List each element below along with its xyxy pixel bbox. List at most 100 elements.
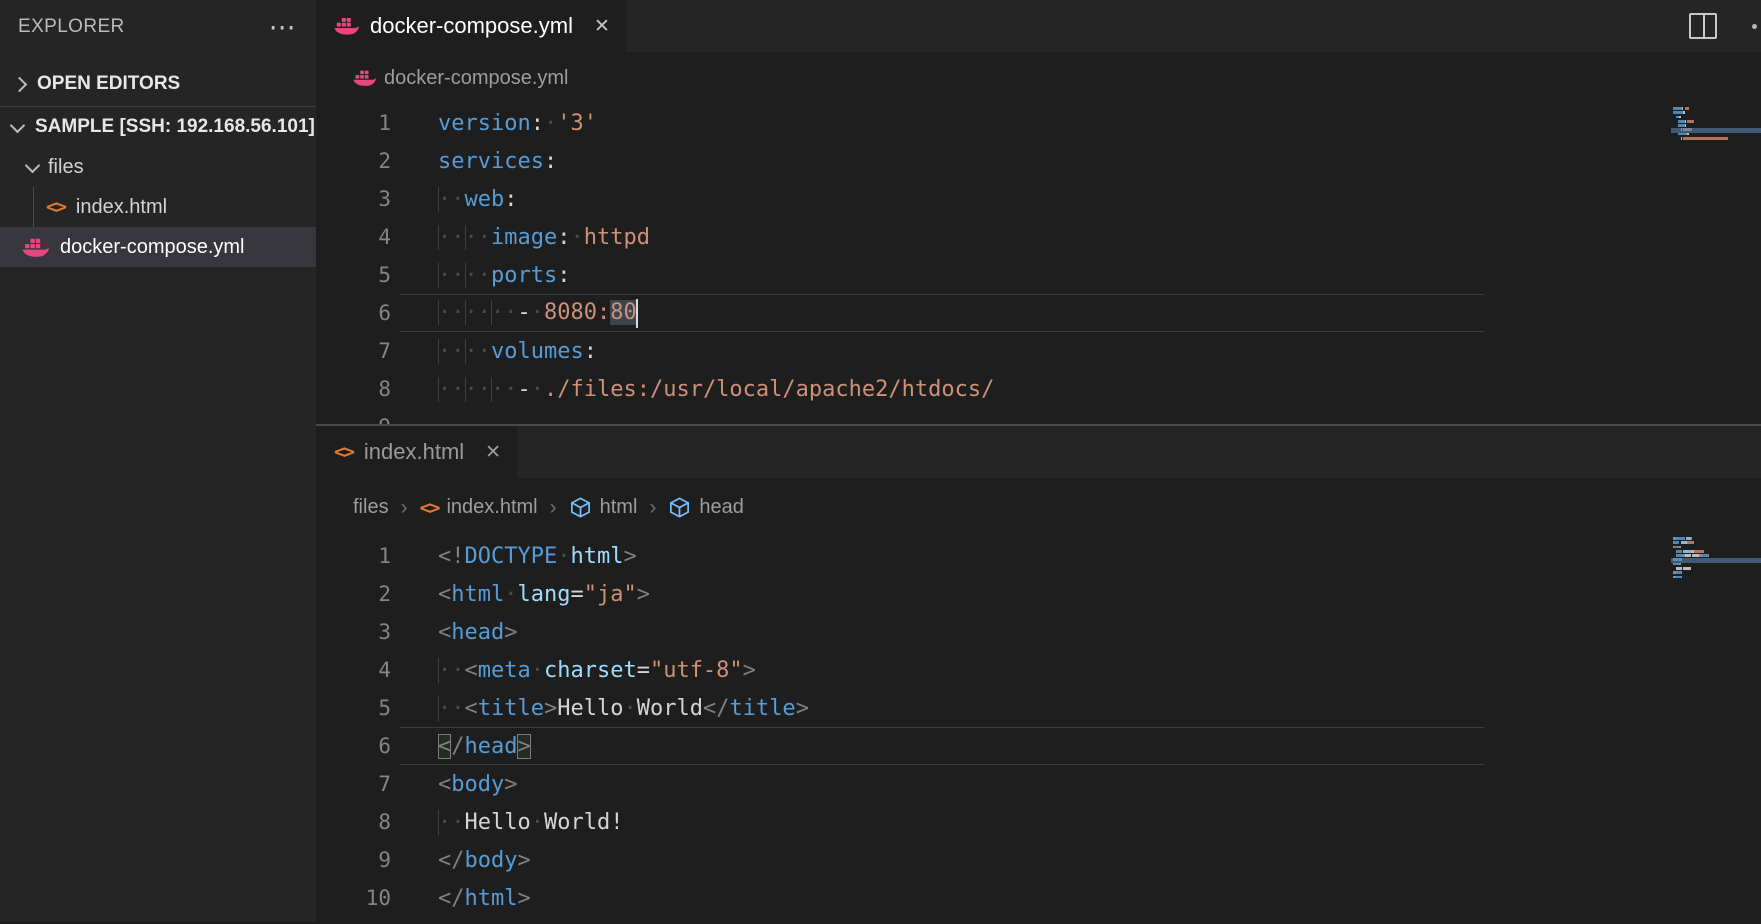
token: html — [451, 582, 504, 607]
code-line[interactable]: 6······-·8080:80 — [316, 294, 1761, 332]
code-text: <!DOCTYPE·html> — [438, 544, 637, 569]
code-line[interactable]: 1version:·'3' — [316, 104, 1761, 142]
line-number[interactable]: 5 — [316, 696, 438, 720]
token: ·· — [438, 339, 465, 364]
token: ·· — [438, 696, 465, 721]
section-workspace[interactable]: SAMPLE [SSH: 192.168.56.101] — [0, 107, 316, 147]
tab-docker-compose[interactable]: docker-compose.yml ✕ — [316, 0, 626, 52]
folder-files[interactable]: files — [0, 147, 316, 187]
line-number[interactable]: 7 — [316, 772, 438, 796]
line-number[interactable]: 2 — [316, 582, 438, 606]
line-number[interactable]: 1 — [316, 544, 438, 568]
line-number[interactable]: 8 — [316, 377, 438, 401]
indent-guide — [33, 187, 34, 227]
token: · — [531, 658, 544, 683]
section-open-editors[interactable]: OPEN EDITORS — [0, 64, 316, 104]
token: > — [517, 848, 530, 873]
code-line[interactable]: 8··Hello·World! — [316, 803, 1761, 841]
token: lang — [517, 582, 570, 607]
code-line[interactable]: 7<body> — [316, 765, 1761, 803]
line-number[interactable]: 5 — [316, 263, 438, 287]
code-line[interactable]: 1<!DOCTYPE·html> — [316, 537, 1761, 575]
split-editor-icon[interactable] — [1689, 13, 1717, 39]
docker-whale-icon — [22, 237, 49, 258]
code-line[interactable]: 6</head> — [316, 727, 1761, 765]
code-line[interactable]: 9 — [316, 408, 1761, 424]
line-number[interactable]: 1 — [316, 111, 438, 135]
code-line[interactable]: 3··web: — [316, 180, 1761, 218]
editor-actions-more-icon[interactable] — [1752, 24, 1757, 29]
workspace-label: SAMPLE [SSH: 192.168.56.101] — [35, 116, 315, 138]
close-icon[interactable]: ✕ — [485, 441, 501, 464]
code-line[interactable]: 2<html·lang="ja"> — [316, 575, 1761, 613]
code-line[interactable]: 3<head> — [316, 613, 1761, 651]
token: "utf-8" — [650, 658, 743, 683]
token: > — [504, 772, 517, 797]
token: : — [504, 187, 517, 212]
close-icon[interactable]: ✕ — [594, 15, 610, 38]
code-line[interactable]: 2services: — [316, 142, 1761, 180]
breadcrumb-separator: › — [649, 496, 656, 520]
token: html — [570, 544, 623, 569]
code-text: ··web: — [438, 187, 518, 212]
file-index-html[interactable]: <> index.html — [0, 187, 316, 227]
token: ·· — [465, 377, 492, 402]
code-text: </body> — [438, 848, 531, 873]
more-actions-icon[interactable]: ⋯ — [269, 14, 296, 41]
breadcrumb-item-file[interactable]: docker-compose.yml — [353, 67, 569, 90]
token: httpd — [584, 225, 650, 250]
token: ·· — [438, 300, 465, 325]
line-number[interactable]: 3 — [316, 187, 438, 211]
line-number[interactable]: 4 — [316, 225, 438, 249]
token: ·· — [491, 377, 518, 402]
line-number[interactable]: 10 — [316, 886, 438, 910]
code-line[interactable]: 5····ports: — [316, 256, 1761, 294]
line-number[interactable]: 8 — [316, 810, 438, 834]
breadcrumb-label: head — [699, 496, 744, 519]
chevron-right-icon — [12, 76, 28, 92]
editor-index-html[interactable]: 1<!DOCTYPE·html>2<html·lang="ja">3<head>… — [316, 537, 1761, 922]
token: meta — [478, 658, 531, 683]
line-number[interactable]: 6 — [316, 734, 438, 758]
code-line[interactable]: 4··<meta·charset="utf-8"> — [316, 651, 1761, 689]
line-number[interactable]: 6 — [316, 301, 438, 325]
token: body — [451, 772, 504, 797]
line-number[interactable]: 9 — [316, 415, 438, 424]
folder-label: files — [48, 156, 84, 179]
html-file-icon: <> — [46, 196, 65, 218]
token: · — [623, 696, 636, 721]
token: ·· — [438, 225, 465, 250]
code-line[interactable]: 9</body> — [316, 841, 1761, 879]
token: > — [504, 620, 517, 645]
code-line[interactable]: 4····image:·httpd — [316, 218, 1761, 256]
token: </ — [438, 848, 465, 873]
code-line[interactable]: 5··<title>Hello·World</title> — [316, 689, 1761, 727]
line-number[interactable]: 9 — [316, 848, 438, 872]
code-line[interactable]: 8······-·./files:/usr/local/apache2/htdo… — [316, 370, 1761, 408]
line-number[interactable]: 3 — [316, 620, 438, 644]
breadcrumb-label: html — [600, 496, 638, 519]
code-line[interactable]: 10</html> — [316, 879, 1761, 917]
token: : — [557, 263, 570, 288]
token: html — [465, 886, 518, 911]
line-number[interactable]: 4 — [316, 658, 438, 682]
token: · — [557, 544, 570, 569]
line-number[interactable]: 2 — [316, 149, 438, 173]
tab-label: index.html — [364, 439, 464, 465]
file-docker-compose[interactable]: docker-compose.yml — [0, 227, 316, 267]
token: < — [438, 620, 451, 645]
minimap[interactable] — [1673, 107, 1761, 146]
editor-docker-compose[interactable]: 1version:·'3'2services:3··web:4····image… — [316, 104, 1761, 424]
tab-index-html[interactable]: <> index.html ✕ — [316, 426, 517, 478]
code-text: ······-·./files:/usr/local/apache2/htdoc… — [438, 377, 994, 402]
breadcrumb-item-folder[interactable]: files — [353, 496, 389, 519]
breadcrumb-item-head[interactable]: head — [668, 496, 744, 519]
minimap[interactable] — [1673, 537, 1761, 580]
line-number[interactable]: 7 — [316, 339, 438, 363]
breadcrumb-item-file[interactable]: <> index.html — [420, 496, 538, 519]
token: DOCTYPE — [465, 544, 558, 569]
breadcrumb-item-html[interactable]: html — [569, 496, 638, 519]
file-label: docker-compose.yml — [60, 236, 245, 259]
code-line[interactable]: 7····volumes: — [316, 332, 1761, 370]
token: : — [557, 225, 570, 250]
